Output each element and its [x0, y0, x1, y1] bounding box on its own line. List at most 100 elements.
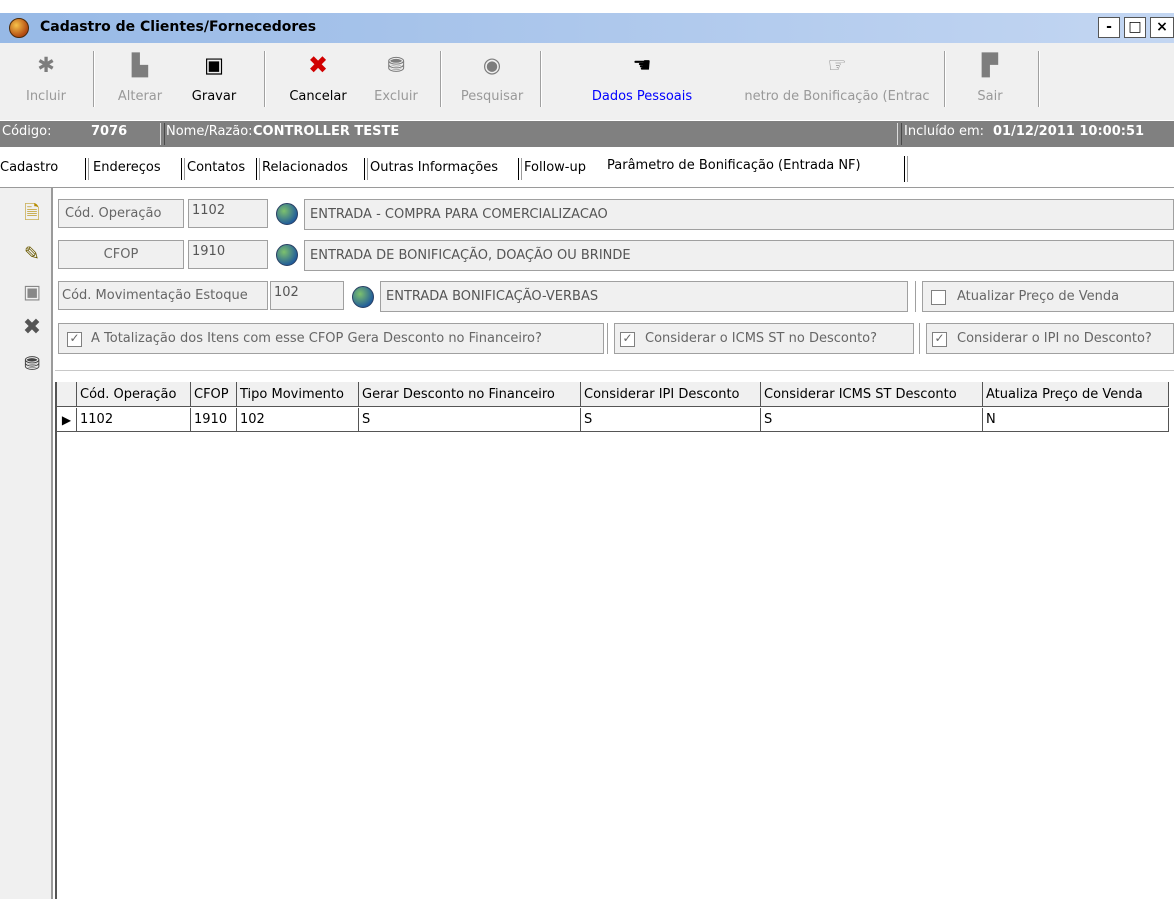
- parametro-bonificacao-button[interactable]: ☞ netro de Bonificação (Entrac: [734, 43, 940, 115]
- operacao-description: ENTRADA - COMPRA PARA COMERCIALIZACAO: [304, 199, 1174, 230]
- tab-outras-informacoes[interactable]: Outras Informações: [370, 160, 498, 175]
- tab-cadastro[interactable]: Cadastro: [0, 160, 58, 175]
- tab-strip: Cadastro Endereços Contatos Relacionados…: [0, 152, 1174, 188]
- cfop-input[interactable]: 1910: [188, 240, 268, 269]
- new-document-icon[interactable]: 🗎: [20, 201, 44, 225]
- search-movimentacao-icon[interactable]: [352, 286, 374, 308]
- form-divider: [55, 370, 1174, 371]
- trash-icon: ⛃: [387, 53, 405, 77]
- nome-value: CONTROLLER TESTE: [253, 124, 400, 139]
- movimentacao-input[interactable]: 102: [270, 281, 344, 310]
- field-separator: [607, 323, 610, 354]
- title-bar: Cadastro de Clientes/Fornecedores - □ ×: [0, 13, 1174, 43]
- toolbar-separator: [93, 51, 95, 107]
- column-header[interactable]: CFOP: [191, 382, 237, 407]
- incluido-value: 01/12/2011 10:00:51: [993, 124, 1145, 139]
- search-operacao-icon[interactable]: [276, 203, 298, 225]
- codigo-value: 7076: [91, 124, 128, 139]
- field-separator: [919, 323, 922, 354]
- pesquisar-button[interactable]: ◉ Pesquisar: [446, 43, 538, 115]
- incluido-label: Incluído em:: [904, 124, 985, 139]
- save-icon[interactable]: ▣: [20, 280, 44, 304]
- asterisk-icon: ✱: [37, 53, 55, 77]
- row-selector-icon[interactable]: ▶: [57, 408, 77, 432]
- movimentacao-label: Cód. Movimentação Estoque: [58, 281, 268, 310]
- sair-button[interactable]: ▛ Sair: [958, 43, 1022, 115]
- field-separator: [915, 281, 918, 312]
- cfop-description: ENTRADA DE BONIFICAÇÃO, DOAÇÃO OU BRINDE: [304, 240, 1174, 271]
- column-header[interactable]: Tipo Movimento: [237, 382, 359, 407]
- table-cell[interactable]: 1102: [77, 408, 191, 432]
- edit-icon: ▙: [131, 53, 149, 77]
- operacao-input[interactable]: 1102: [188, 199, 268, 228]
- column-header[interactable]: Gerar Desconto no Financeiro: [359, 382, 581, 407]
- alterar-button[interactable]: ▙ Alterar: [100, 43, 180, 115]
- gravar-button[interactable]: ▣ Gravar: [182, 43, 246, 115]
- considerar-ipi-field: ✓ Considerar o IPI no Desconto?: [926, 323, 1174, 354]
- tab-contatos[interactable]: Contatos: [187, 160, 245, 175]
- delete-x-icon[interactable]: ✖: [20, 316, 44, 340]
- table-cell[interactable]: S: [581, 408, 761, 432]
- bonificacao-grid: Cód. Operação CFOP Tipo Movimento Gerar …: [55, 382, 1174, 899]
- column-header[interactable]: Considerar IPI Desconto: [581, 382, 761, 407]
- atualizar-preco-label: Atualizar Preço de Venda: [957, 289, 1120, 304]
- table-cell[interactable]: N: [983, 408, 1169, 432]
- toolbar: ✱ Incluir ▙ Alterar ▣ Gravar ✖ Cancelar …: [0, 43, 1174, 120]
- column-header[interactable]: Considerar ICMS ST Desconto: [761, 382, 983, 407]
- considerar-icms-label: Considerar o ICMS ST no Desconto?: [645, 331, 878, 346]
- floppy-icon: ▣: [204, 53, 224, 77]
- nome-label: Nome/Razão:: [166, 124, 253, 139]
- incluir-button[interactable]: ✱ Incluir: [10, 43, 82, 115]
- toolbar-separator: [540, 51, 542, 107]
- column-header[interactable]: Cód. Operação: [77, 382, 191, 407]
- tab-separator: [181, 158, 185, 180]
- door-exit-icon: ▛: [981, 53, 999, 77]
- dados-pessoais-button[interactable]: ☚ Dados Pessoais: [566, 43, 718, 115]
- toolbar-separator: [264, 51, 266, 107]
- table-cell[interactable]: 102: [237, 408, 359, 432]
- tab-separator: [256, 158, 260, 180]
- considerar-icms-checkbox[interactable]: ✓: [620, 332, 635, 347]
- gera-desconto-checkbox[interactable]: ✓: [67, 332, 82, 347]
- tab-separator: [518, 158, 522, 180]
- pointing-hand-right-icon: ☞: [827, 53, 847, 77]
- tab-enderecos[interactable]: Endereços: [93, 160, 161, 175]
- excluir-button[interactable]: ⛃ Excluir: [362, 43, 430, 115]
- magnifier-globe-icon: ◉: [482, 53, 502, 77]
- toolbar-separator: [1038, 51, 1040, 107]
- minimize-button[interactable]: -: [1098, 17, 1120, 38]
- operacao-label: Cód. Operação: [58, 199, 184, 228]
- tab-relacionados[interactable]: Relacionados: [262, 160, 348, 175]
- gera-desconto-field: ✓ A Totalização dos Itens com esse CFOP …: [58, 323, 604, 354]
- maximize-button[interactable]: □: [1124, 17, 1146, 38]
- tab-separator: [364, 158, 368, 180]
- gera-desconto-label: A Totalização dos Itens com esse CFOP Ge…: [91, 331, 542, 346]
- red-x-icon: ✖: [307, 51, 329, 79]
- window-title: Cadastro de Clientes/Fornecedores: [40, 19, 317, 35]
- header-separator: [897, 123, 902, 145]
- tab-separator: [904, 156, 908, 182]
- cancelar-button[interactable]: ✖ Cancelar: [274, 43, 362, 115]
- close-button[interactable]: ×: [1150, 17, 1174, 38]
- tab-underline: [0, 187, 1174, 188]
- tab-parametro-bonificacao[interactable]: Parâmetro de Bonificação (Entrada NF): [607, 158, 861, 173]
- search-cfop-icon[interactable]: [276, 244, 298, 266]
- tab-follow-up[interactable]: Follow-up: [524, 160, 586, 175]
- column-header[interactable]: Atualiza Preço de Venda: [983, 382, 1169, 407]
- table-cell[interactable]: S: [761, 408, 983, 432]
- considerar-ipi-label: Considerar o IPI no Desconto?: [957, 331, 1152, 346]
- trash-icon[interactable]: ⛃: [20, 352, 44, 376]
- app-icon: [9, 18, 29, 38]
- edit-document-icon[interactable]: ✎: [20, 242, 44, 266]
- movimentacao-description: ENTRADA BONIFICAÇÃO-VERBAS: [380, 281, 908, 312]
- tab-separator: [85, 158, 89, 180]
- header-separator: [160, 123, 165, 145]
- considerar-ipi-checkbox[interactable]: ✓: [932, 332, 947, 347]
- atualizar-preco-field: Atualizar Preço de Venda: [922, 281, 1174, 312]
- table-cell[interactable]: S: [359, 408, 581, 432]
- pointing-hand-left-icon: ☚: [632, 53, 652, 77]
- toolbar-separator: [440, 51, 442, 107]
- cfop-label: CFOP: [58, 240, 184, 269]
- table-cell[interactable]: 1910: [191, 408, 237, 432]
- atualizar-preco-checkbox[interactable]: [931, 290, 946, 305]
